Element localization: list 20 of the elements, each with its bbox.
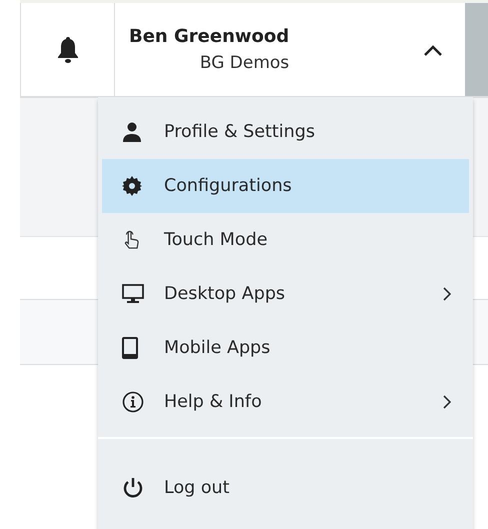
menu-item[interactable]: Touch Mode (102, 213, 469, 267)
settings-icon (122, 176, 142, 196)
menu-item[interactable]: Configurations (102, 159, 469, 213)
organization-name: BG Demos (200, 53, 290, 73)
pointing-hand-icon (122, 229, 140, 251)
tablet-icon (122, 337, 138, 359)
menu-item[interactable]: Help & Info (102, 375, 469, 429)
caret-icon[interactable] (423, 44, 443, 56)
info-icon (122, 391, 144, 413)
menu-item[interactable]: Mobile Apps (102, 321, 469, 375)
notification-bell-icon[interactable] (56, 36, 80, 64)
chevron-right-icon (443, 287, 451, 301)
person-icon (122, 122, 142, 142)
menu-item[interactable]: Log out (98, 437, 473, 523)
power-icon (122, 477, 144, 499)
menu-item[interactable]: Desktop Apps (102, 267, 469, 321)
chevron-right-icon (443, 395, 451, 409)
menu-item[interactable]: Profile & Settings (102, 105, 469, 159)
monitor-icon (122, 284, 144, 304)
user-name: Ben Greenwood (129, 26, 290, 47)
